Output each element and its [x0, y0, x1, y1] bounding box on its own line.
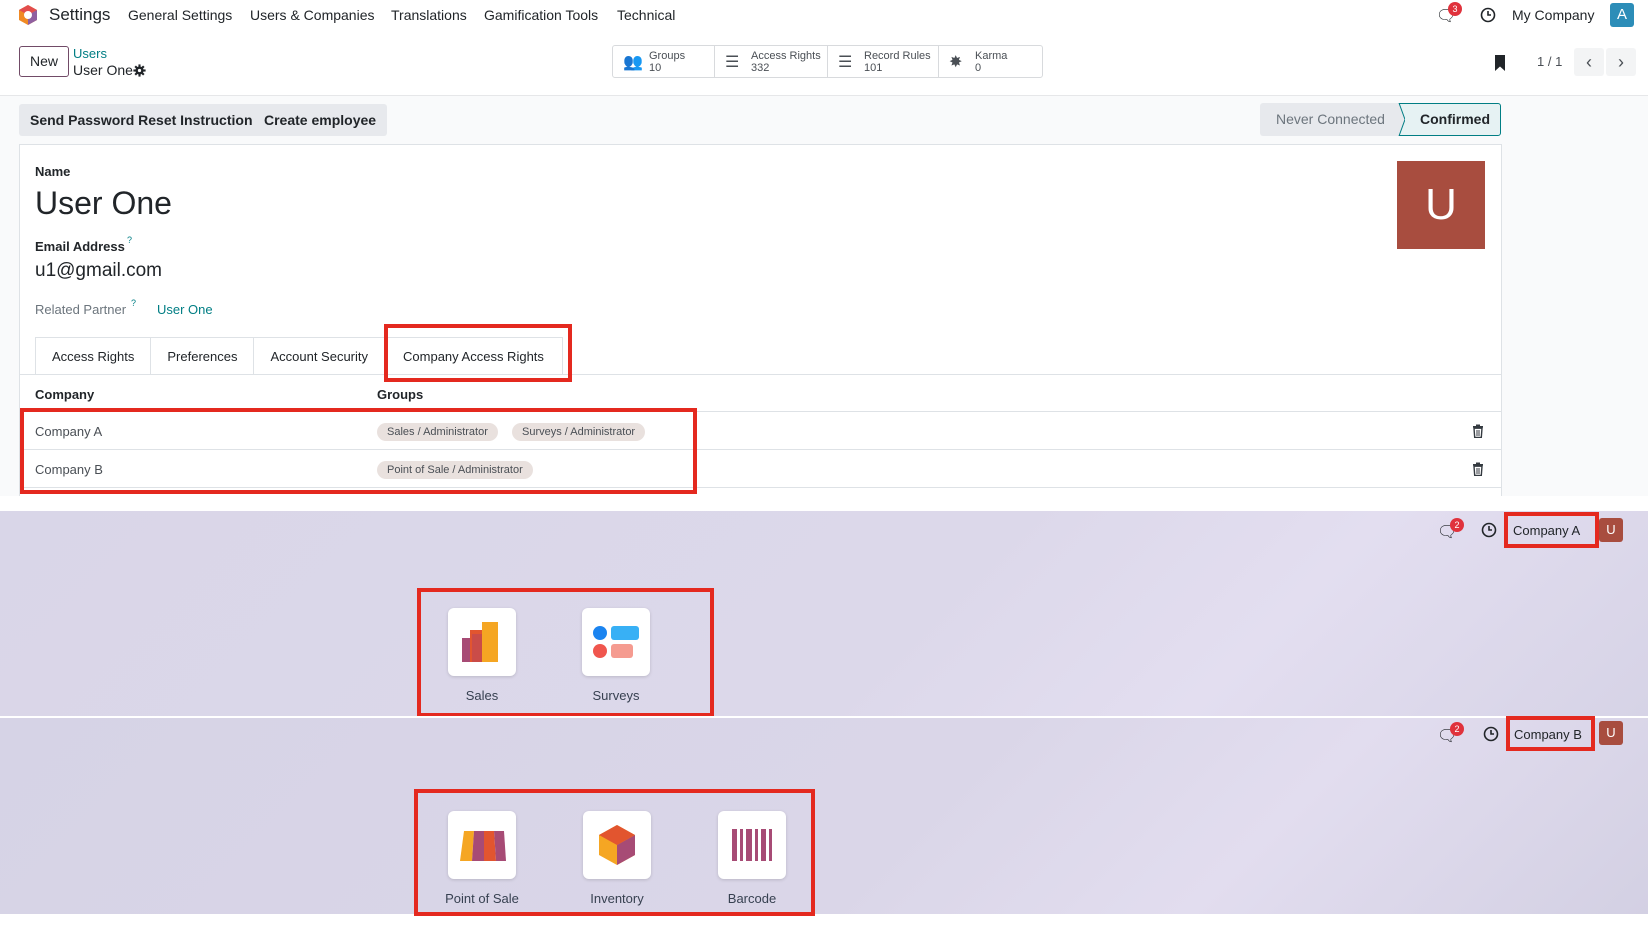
- column-groups[interactable]: Groups: [377, 387, 423, 402]
- message-count-badge: 3: [1448, 2, 1462, 16]
- tab-divider: [19, 374, 1502, 375]
- tab-access-rights[interactable]: Access Rights: [35, 337, 152, 375]
- menu-technical[interactable]: Technical: [617, 7, 675, 23]
- menu-gamification-tools[interactable]: Gamification Tools: [484, 7, 598, 23]
- highlight-apps-a: [417, 588, 714, 717]
- badge-icon: ✸: [949, 53, 963, 71]
- related-partner-label: Related Partner: [35, 302, 127, 317]
- karma-smart-button[interactable]: ✸ Karma 0: [939, 46, 1042, 77]
- name-field[interactable]: User One: [35, 185, 172, 222]
- user-avatar[interactable]: A: [1610, 3, 1634, 27]
- record-rules-smart-button[interactable]: ☰ Record Rules 101: [828, 46, 939, 77]
- pager-previous-button[interactable]: ‹: [1574, 48, 1604, 76]
- highlight-apps-b: [414, 789, 815, 916]
- create-employee-button[interactable]: Create employee: [253, 104, 388, 136]
- status-confirmed[interactable]: Confirmed: [1399, 103, 1501, 136]
- name-label: Name: [35, 164, 71, 179]
- company-a-home: [0, 511, 1648, 716]
- message-count-badge: 2: [1450, 518, 1464, 532]
- top-navbar: Settings General Settings Users & Compan…: [0, 0, 1648, 31]
- list-icon: ☰: [725, 53, 740, 71]
- send-password-reset-button[interactable]: Send Password Reset Instructions: [19, 104, 272, 136]
- menu-translations[interactable]: Translations: [391, 7, 467, 23]
- clock-icon[interactable]: [1481, 522, 1497, 538]
- status-never-connected[interactable]: Never Connected: [1260, 103, 1399, 136]
- help-icon[interactable]: ?: [127, 235, 132, 245]
- help-icon[interactable]: ?: [131, 298, 136, 308]
- app-title[interactable]: Settings: [49, 5, 110, 25]
- email-label: Email Address: [35, 239, 125, 254]
- new-button[interactable]: New: [19, 46, 69, 77]
- related-partner-link[interactable]: User One: [157, 302, 213, 317]
- odoo-logo-icon[interactable]: [17, 4, 39, 26]
- column-company[interactable]: Company: [35, 387, 94, 402]
- company-b-home: [0, 718, 1648, 914]
- menu-users-companies[interactable]: Users & Companies: [250, 7, 375, 23]
- user-avatar[interactable]: U: [1599, 721, 1623, 745]
- menu-general-settings[interactable]: General Settings: [128, 7, 232, 23]
- message-count-badge: 2: [1450, 722, 1464, 736]
- smart-buttons: 👥 Groups 10 ☰ Access Rights 332 ☰ Record R…: [612, 45, 1043, 78]
- breadcrumb-current: User One: [73, 62, 133, 78]
- access-rights-smart-button[interactable]: ☰ Access Rights 332: [715, 46, 828, 77]
- highlight-table-box: [20, 408, 697, 494]
- pager-value[interactable]: 1 / 1: [1537, 54, 1562, 69]
- chevron-left-icon: ‹: [1586, 52, 1592, 72]
- chevron-right-icon: ›: [1618, 52, 1624, 72]
- tab-preferences[interactable]: Preferences: [150, 337, 255, 375]
- clock-icon[interactable]: [1480, 7, 1496, 23]
- pager-next-button[interactable]: ›: [1606, 48, 1636, 76]
- tab-account-security[interactable]: Account Security: [253, 337, 386, 375]
- status-arrow: [1391, 103, 1405, 136]
- breadcrumb-users[interactable]: Users: [73, 46, 107, 61]
- users-icon: 👥: [623, 53, 643, 71]
- list-icon: ☰: [838, 53, 853, 71]
- highlight-company-b: [1506, 716, 1595, 751]
- highlight-company-a: [1504, 512, 1599, 548]
- user-image[interactable]: U: [1397, 161, 1485, 249]
- highlight-tab-box: [384, 324, 572, 382]
- gear-icon[interactable]: [133, 64, 146, 77]
- user-avatar[interactable]: U: [1599, 518, 1623, 542]
- trash-icon[interactable]: [1472, 424, 1484, 438]
- trash-icon[interactable]: [1472, 462, 1484, 476]
- bookmark-icon[interactable]: [1493, 54, 1507, 72]
- separator: [0, 496, 1648, 511]
- company-switcher[interactable]: My Company: [1512, 7, 1594, 23]
- clock-icon[interactable]: [1483, 726, 1499, 742]
- groups-smart-button[interactable]: 👥 Groups 10: [613, 46, 715, 77]
- email-field[interactable]: u1@gmail.com: [35, 260, 162, 282]
- status-bar: Never Connected Confirmed: [1260, 103, 1501, 136]
